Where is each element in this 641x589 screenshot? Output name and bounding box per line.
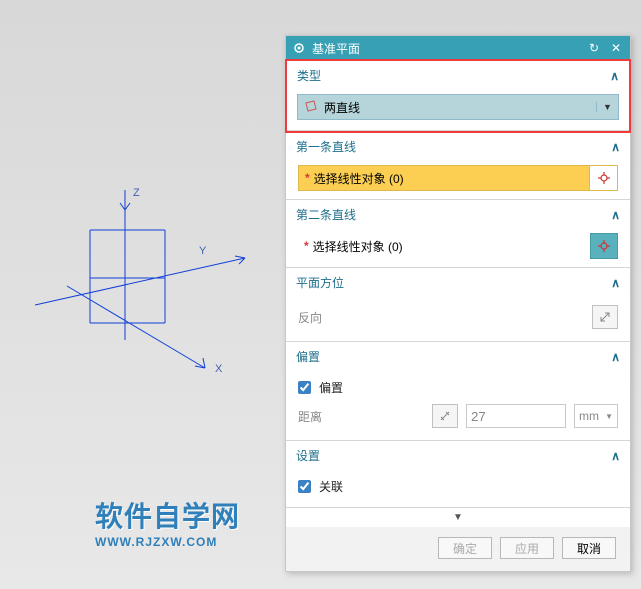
chevron-up-icon: ∧ (611, 449, 620, 463)
distance-label: 距离 (298, 408, 424, 425)
select-line2-text: 选择线性对象 (0) (313, 238, 403, 255)
axis-x-label: X (215, 363, 223, 375)
section-offset-label: 偏置 (296, 348, 320, 365)
chevron-up-icon: ∧ (611, 140, 620, 154)
dropdown-arrow-icon: ▼ (605, 412, 613, 421)
gear-icon (292, 41, 306, 55)
axis-y-label: Y (199, 245, 207, 257)
select-line2-row[interactable]: * 选择线性对象 (0) (298, 233, 618, 259)
select-line1-text: 选择线性对象 (0) (314, 170, 404, 187)
section-orient-header[interactable]: 平面方位 ∧ (286, 268, 630, 297)
expand-toggle[interactable]: ▼ (286, 508, 630, 527)
section-settings-header[interactable]: 设置 ∧ (286, 441, 630, 470)
section-orient-label: 平面方位 (296, 274, 344, 291)
section-line2-label: 第二条直线 (296, 206, 356, 223)
watermark: 软件自学网 WWW.RJZXW.COM (95, 495, 240, 549)
close-icon[interactable]: ✕ (608, 41, 624, 55)
section-type-label: 类型 (297, 67, 321, 84)
target-picker-button[interactable] (589, 166, 617, 190)
datum-plane-dialog: 基准平面 ↻ ✕ 类型 ∧ 两直线 ▼ 第一条直线 (285, 35, 631, 572)
section-settings-label: 设置 (296, 447, 320, 464)
dialog-title: 基准平面 (312, 40, 360, 57)
offset-check-label: 偏置 (319, 379, 618, 396)
section-line1-header[interactable]: 第一条直线 ∧ (286, 132, 630, 161)
watermark-title: 软件自学网 (95, 495, 240, 535)
select-line1-row[interactable]: * 选择线性对象 (0) (298, 165, 618, 191)
dialog-titlebar[interactable]: 基准平面 ↻ ✕ (286, 36, 630, 60)
apply-button[interactable]: 应用 (500, 537, 554, 559)
axes-wireframe: Z Y X (15, 170, 275, 430)
ok-button[interactable]: 确定 (438, 537, 492, 559)
required-asterisk-icon: * (305, 171, 310, 185)
type-dropdown[interactable]: 两直线 ▼ (297, 94, 619, 120)
associative-checkbox[interactable] (298, 480, 311, 493)
section-line2-header[interactable]: 第二条直线 ∧ (286, 200, 630, 229)
chevron-up-icon: ∧ (611, 208, 620, 222)
distance-input[interactable] (466, 404, 566, 428)
chevron-up-icon: ∧ (611, 350, 620, 364)
dialog-button-row: 确定 应用 取消 (286, 527, 630, 571)
type-dropdown-value: 两直线 (324, 99, 586, 116)
required-asterisk-icon: * (304, 239, 309, 253)
offset-checkbox[interactable] (298, 381, 311, 394)
reverse-label: 反向 (298, 309, 584, 326)
section-line1-label: 第一条直线 (296, 138, 356, 155)
section-type-header[interactable]: 类型 ∧ (287, 61, 629, 90)
watermark-url: WWW.RJZXW.COM (95, 535, 240, 549)
type-section-highlight: 类型 ∧ 两直线 ▼ (285, 59, 631, 133)
measure-button[interactable] (432, 404, 458, 428)
reset-icon[interactable]: ↻ (586, 41, 602, 55)
reverse-direction-button[interactable] (592, 305, 618, 329)
target-picker-button[interactable] (590, 233, 618, 259)
associative-label: 关联 (319, 478, 618, 495)
cancel-button[interactable]: 取消 (562, 537, 616, 559)
plane-icon (304, 99, 318, 116)
unit-value: mm (579, 409, 599, 423)
chevron-up-icon: ∧ (611, 276, 620, 290)
unit-dropdown[interactable]: mm ▼ (574, 404, 618, 428)
dropdown-arrow-icon[interactable]: ▼ (596, 102, 612, 112)
axis-z-label: Z (133, 187, 140, 199)
section-offset-header[interactable]: 偏置 ∧ (286, 342, 630, 371)
chevron-up-icon: ∧ (610, 69, 619, 83)
